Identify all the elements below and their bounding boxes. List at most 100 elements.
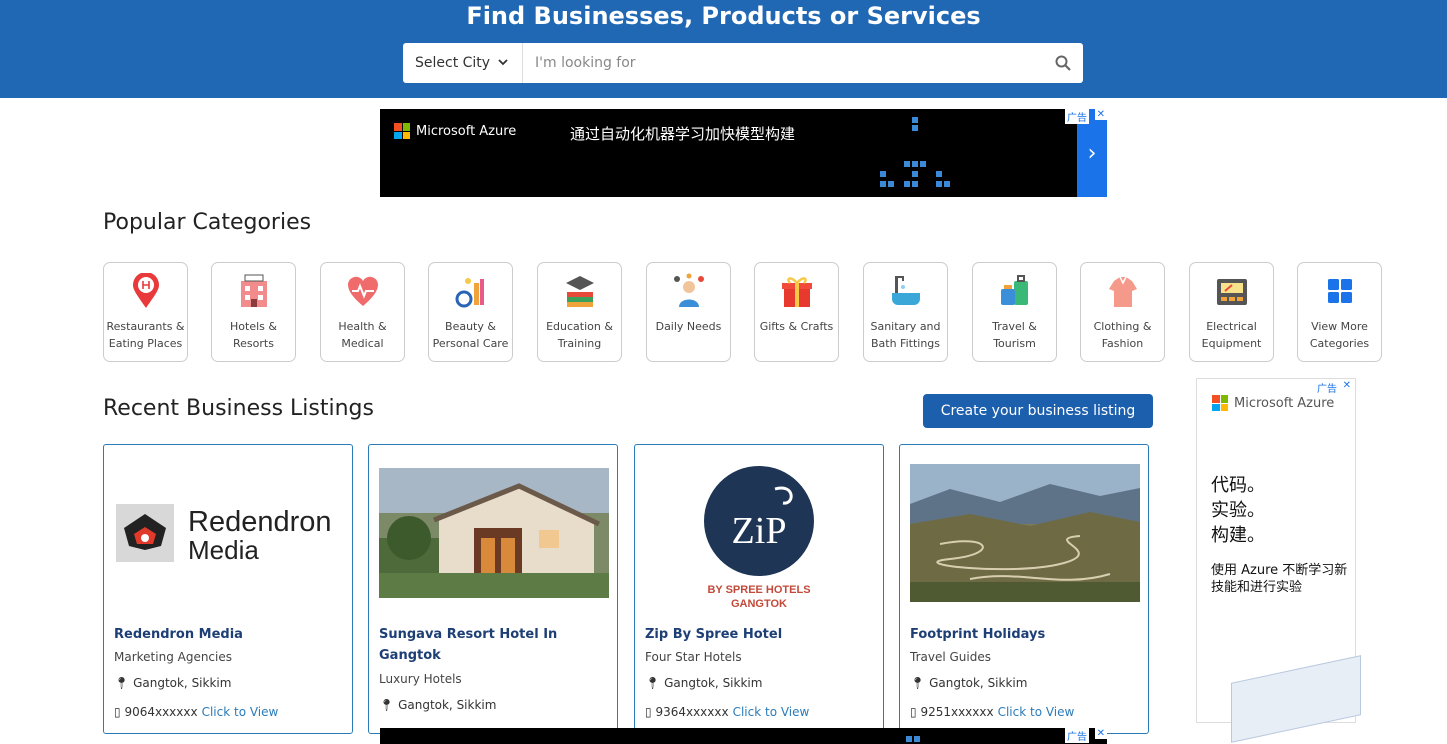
ad-body-text: 使用 Azure 不断学习新技能和进行实验 [1211,563,1348,595]
ad-close-icon[interactable]: ✕ [1094,728,1107,739]
bottom-advertisement[interactable]: 广告 ✕ [380,728,1107,744]
ad-line: 实验。 [1211,500,1265,521]
hotel-icon [212,273,295,309]
listing-photo [379,468,609,598]
restaurant-pin-icon [104,273,187,309]
map-marker-icon: 📍︎ [114,676,130,690]
category-label: Hotels & [230,320,277,333]
gift-icon [755,273,838,309]
search-icon[interactable] [1043,43,1083,83]
category-education[interactable]: Education & Training [537,262,622,362]
category-label: Education & [546,320,613,333]
recent-listings-title: Recent Business Listings [103,396,374,421]
category-travel[interactable]: Travel & Tourism [972,262,1057,362]
ad-brand-logo: Microsoft Azure [394,123,516,139]
category-restaurants[interactable]: Restaurants & Eating Places [103,262,188,362]
category-label: Medical [341,337,384,350]
category-label: View More [1311,320,1368,333]
category-label: Restaurants & [106,320,185,333]
listing-card[interactable]: Footprint Holidays Travel Guides 📍︎ Gang… [899,444,1149,734]
listing-logo: Redendron Media [114,500,344,570]
listing-name[interactable]: Sungava Resort Hotel In Gangtok [379,624,609,666]
category-label: Clothing & [1093,320,1152,333]
listing-category: Luxury Hotels [379,672,462,686]
listing-name[interactable]: Footprint Holidays [910,624,1140,645]
category-health[interactable]: Health & Medical [320,262,405,362]
top-advertisement[interactable]: Microsoft Azure 通过自动化机器学习加快模型构建 › 广告 ✕ [380,109,1107,197]
beauty-icon [429,273,512,309]
ad-line: 构建。 [1211,525,1265,546]
listing-location: Gangtok, Sikkim [133,676,232,690]
category-grid: Restaurants & Eating Places Hotels & Resor… [103,262,1383,362]
click-to-view-link[interactable]: Click to View [202,705,279,719]
mobile-phone-icon: ▯ [645,705,652,719]
category-label: Personal Care [432,337,509,350]
ad-device-illustration [1231,655,1361,743]
category-label: Training [557,337,602,350]
ad-headline: 通过自动化机器学习加快模型构建 [570,125,796,143]
listing-location: Gangtok, Sikkim [929,676,1028,690]
listing-location: Gangtok, Sikkim [398,698,497,712]
ad-label: 广告 [1065,109,1089,124]
category-label: Sanitary and [870,320,941,333]
listing-card[interactable]: Redendron Media Redendron Media Marketin… [103,444,353,734]
category-label: Bath Fittings [870,337,941,350]
listing-card[interactable]: ZiP BY SPREE HOTELS GANGTOK Zip By Spree… [634,444,884,734]
category-gifts[interactable]: Gifts & Crafts [754,262,839,362]
listing-logo-text: ZiP [732,510,787,552]
side-advertisement[interactable]: 广告 ✕ Microsoft Azure 代码。 实验。 构建。 使用 Azur… [1196,378,1361,743]
category-clothing[interactable]: Clothing & Fashion [1080,262,1165,362]
category-hotels[interactable]: Hotels & Resorts [211,262,296,362]
listing-location: Gangtok, Sikkim [664,676,763,690]
click-to-view-link[interactable]: Click to View [733,705,810,719]
education-icon [538,273,621,309]
mobile-phone-icon: ▯ [910,705,917,719]
ad-brand-text: Microsoft Azure [416,123,517,139]
map-marker-icon: 📍︎ [645,676,661,690]
click-to-view-link[interactable]: Click to View [998,705,1075,719]
listing-logo-text: Redendron [188,506,332,538]
listing-card[interactable]: Sungava Resort Hotel In Gangtok Luxury H… [368,444,618,734]
listing-category: Marketing Agencies [114,650,233,664]
category-label: Daily Needs [655,320,722,333]
listing-logo-text: Media [188,535,259,565]
ad-brand-text: Microsoft Azure [1234,395,1335,411]
mobile-phone-icon: ▯ [114,705,121,719]
category-electrical[interactable]: Electrical Equipment [1189,262,1274,362]
listing-name[interactable]: Redendron Media [114,624,344,645]
clothing-icon [1081,273,1164,309]
microsoft-logo-icon [1212,395,1228,411]
ad-label: 广告 [1065,728,1089,743]
map-marker-icon: 📍︎ [379,698,395,712]
ad-brand-logo: Microsoft Azure [1212,395,1334,411]
category-label: Eating Places [108,337,183,350]
category-label: Gifts & Crafts [759,320,834,333]
listing-photo [910,464,1140,602]
health-heart-icon [321,273,404,309]
map-marker-icon: 📍︎ [910,676,926,690]
category-label: Electrical [1206,320,1257,333]
search-input[interactable] [523,44,1043,82]
category-sanitary[interactable]: Sanitary and Bath Fittings [863,262,948,362]
category-label: Tourism [993,337,1036,350]
category-label: Equipment [1201,337,1262,350]
ad-close-icon[interactable]: ✕ [1340,380,1353,391]
daily-needs-icon [647,273,730,309]
category-view-more[interactable]: View More Categories [1297,262,1382,362]
grid-icon [1298,273,1381,309]
category-daily-needs[interactable]: Daily Needs [646,262,731,362]
category-beauty[interactable]: Beauty & Personal Care [428,262,513,362]
search-bar: Select City [403,43,1083,83]
luggage-icon [973,273,1056,309]
listing-logo: ZiP BY SPREE HOTELS GANGTOK [645,463,875,611]
category-label: Categories [1309,337,1370,350]
create-listing-button[interactable]: Create your business listing [923,394,1153,428]
microsoft-logo-icon [394,123,410,139]
city-select[interactable]: Select City [403,43,523,83]
ad-close-icon[interactable]: ✕ [1094,109,1107,120]
hero-banner: Find Businesses, Products or Services Se… [0,0,1447,98]
listing-name[interactable]: Zip By Spree Hotel [645,624,875,645]
listing-logo-text: BY SPREE HOTELS [707,584,810,596]
ad-line: 代码。 [1211,475,1265,496]
category-label: Travel & [992,320,1037,333]
